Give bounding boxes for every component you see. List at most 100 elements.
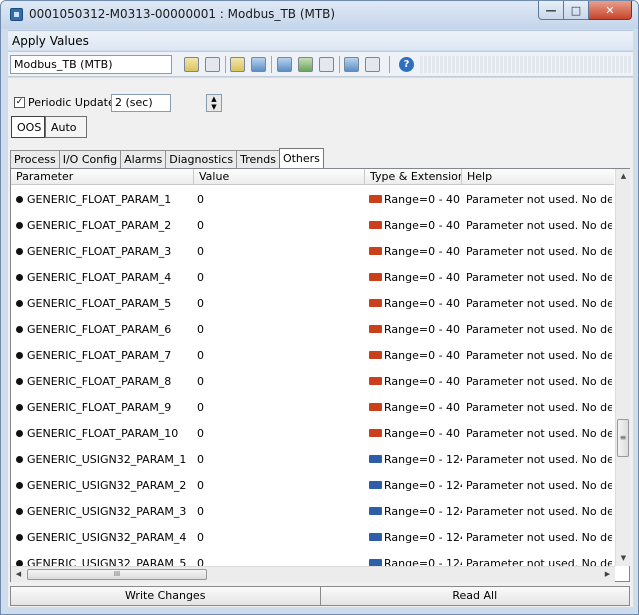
tab-trends[interactable]: Trends (236, 150, 280, 168)
detail-view-icon[interactable] (365, 57, 380, 72)
scroll-left-icon[interactable]: ◀ (11, 567, 26, 582)
type-range: Range=0 - 40 (384, 349, 461, 362)
close-button[interactable]: ✕ (589, 1, 632, 20)
table-row[interactable]: GENERIC_USIGN32_PARAM_1 0 Range=0 - 1240 Pa… (11, 449, 614, 471)
parameter-grid: Parameter Value Type & Extensions Help G… (10, 168, 630, 582)
scroll-down-icon[interactable]: ▼ (616, 551, 631, 566)
value-cell[interactable]: 0 (197, 193, 362, 206)
parameter-status-icon (16, 196, 23, 203)
update-interval-input[interactable]: 2 (sec) (111, 94, 171, 112)
column-header-type[interactable]: Type & Extensions (365, 169, 462, 185)
tab-strip: Process I/O Config Alarms Diagnostics Tr… (10, 148, 324, 169)
horizontal-scroll-thumb[interactable]: III (27, 569, 207, 580)
value-cell[interactable]: 0 (197, 453, 362, 466)
parameter-name: GENERIC_FLOAT_PARAM_3 (27, 245, 172, 258)
scroll-right-icon[interactable]: ▶ (600, 567, 615, 582)
tab-io-config[interactable]: I/O Config (58, 150, 122, 168)
type-cell: Range=0 - 40 (369, 271, 462, 284)
table-row[interactable]: GENERIC_FLOAT_PARAM_7 0 Range=0 - 40 Parame… (11, 345, 614, 367)
toolbar-separator (271, 56, 272, 73)
tab-diagnostics[interactable]: Diagnostics (165, 150, 238, 168)
parameter-status-icon (16, 456, 23, 463)
vertical-scroll-thumb[interactable]: ≡ (617, 419, 629, 457)
table-row[interactable]: GENERIC_USIGN32_PARAM_2 0 Range=0 - 1240 Pa… (11, 475, 614, 497)
table-row[interactable]: GENERIC_FLOAT_PARAM_2 0 Range=0 - 40 Parame… (11, 215, 614, 237)
mode-auto-button[interactable]: Auto (45, 116, 87, 138)
value-cell[interactable]: 0 (197, 505, 362, 518)
parameter-name: GENERIC_FLOAT_PARAM_8 (27, 375, 172, 388)
table-row[interactable]: GENERIC_FLOAT_PARAM_3 0 Range=0 - 40 Parame… (11, 241, 614, 263)
table-row[interactable]: GENERIC_USIGN32_PARAM_3 0 Range=0 - 1240 Pa… (11, 501, 614, 523)
float-type-icon (369, 325, 382, 333)
type-cell: Range=0 - 40 (369, 219, 462, 232)
table-row[interactable]: GENERIC_FLOAT_PARAM_8 0 Range=0 - 40 Parame… (11, 371, 614, 393)
tab-process[interactable]: Process (10, 150, 60, 168)
vertical-scrollbar[interactable]: ▲ ≡ ▼ (615, 169, 630, 566)
periodic-updates-label: Periodic Updates (28, 96, 121, 109)
value-cell[interactable]: 0 (197, 427, 362, 440)
read-all-button[interactable]: Read All (320, 586, 630, 606)
help-cell: Parameter not used. No device (466, 245, 612, 258)
type-range: Range=0 - 40 (384, 427, 461, 440)
upload-icon[interactable] (298, 57, 313, 72)
list-view-icon[interactable] (344, 57, 359, 72)
grid-header: Parameter Value Type & Extensions Help (11, 169, 614, 185)
value-cell[interactable]: 0 (197, 219, 362, 232)
table-row[interactable]: GENERIC_FLOAT_PARAM_10 0 Range=0 - 40 Param… (11, 423, 614, 445)
toolbar-grip (420, 56, 632, 73)
table-row[interactable]: GENERIC_FLOAT_PARAM_5 0 Range=0 - 40 Parame… (11, 293, 614, 315)
value-cell[interactable]: 0 (197, 479, 362, 492)
float-type-icon (369, 377, 382, 385)
interval-spinner[interactable]: ▲ ▼ (206, 94, 222, 112)
value-cell[interactable]: 0 (197, 271, 362, 284)
minimize-button[interactable]: — (538, 1, 564, 20)
column-header-parameter[interactable]: Parameter (11, 169, 194, 185)
value-cell[interactable]: 0 (197, 323, 362, 336)
minimize-icon: — (545, 3, 557, 17)
value-cell[interactable]: 0 (197, 401, 362, 414)
column-header-help[interactable]: Help (462, 169, 614, 185)
tab-alarms[interactable]: Alarms (120, 150, 167, 168)
parameter-status-icon (16, 534, 23, 541)
checkmark-icon: ✓ (15, 97, 24, 107)
type-cell: Range=0 - 1240 (369, 453, 462, 466)
value-cell[interactable]: 0 (197, 297, 362, 310)
transfer-icon[interactable] (319, 57, 334, 72)
column-header-value[interactable]: Value (194, 169, 365, 185)
help-icon[interactable]: ? (399, 57, 414, 72)
periodic-updates-checkbox[interactable]: ✓ (14, 97, 25, 108)
parameter-cell: GENERIC_USIGN32_PARAM_3 (16, 505, 194, 518)
table-row[interactable]: GENERIC_FLOAT_PARAM_4 0 Range=0 - 40 Parame… (11, 267, 614, 289)
write-changes-button[interactable]: Write Changes (10, 586, 321, 606)
compare-icon[interactable] (205, 57, 220, 72)
spin-up-icon[interactable]: ▲ (207, 95, 221, 103)
download-icon[interactable] (277, 57, 292, 72)
value-cell[interactable]: 0 (197, 375, 362, 388)
parameter-cell: GENERIC_USIGN32_PARAM_4 (16, 531, 194, 544)
value-cell[interactable]: 0 (197, 349, 362, 362)
edit-icon[interactable] (184, 57, 199, 72)
title-bar[interactable]: 0001050312-M0313-00000001 : Modbus_TB (M… (1, 1, 638, 29)
table-row[interactable]: GENERIC_FLOAT_PARAM_6 0 Range=0 - 40 Parame… (11, 319, 614, 341)
value-cell[interactable]: 0 (197, 245, 362, 258)
scroll-up-icon[interactable]: ▲ (616, 169, 631, 184)
value-cell[interactable]: 0 (197, 531, 362, 544)
config-icon[interactable] (230, 57, 245, 72)
menu-apply-values[interactable]: Apply Values (12, 34, 89, 48)
parameter-cell: GENERIC_USIGN32_PARAM_1 (16, 453, 194, 466)
parameter-status-icon (16, 222, 23, 229)
trend-icon[interactable] (251, 57, 266, 72)
maximize-button[interactable]: □ (564, 1, 589, 20)
type-cell: Range=0 - 40 (369, 193, 462, 206)
table-row[interactable]: GENERIC_FLOAT_PARAM_9 0 Range=0 - 40 Parame… (11, 397, 614, 419)
horizontal-scrollbar[interactable]: ◀ III ▶ (11, 566, 615, 582)
tab-others[interactable]: Others (278, 148, 324, 169)
table-row[interactable]: GENERIC_USIGN32_PARAM_4 0 Range=0 - 1240 Pa… (11, 527, 614, 549)
mode-oos-button[interactable]: OOS (11, 116, 45, 138)
help-cell: Parameter not used. No device (466, 401, 612, 414)
parameter-status-icon (16, 274, 23, 281)
spin-down-icon[interactable]: ▼ (207, 103, 221, 111)
client-area: ✓ Periodic Updates 2 (sec) ▲ ▼ OOS Auto … (8, 78, 633, 607)
table-row[interactable]: GENERIC_FLOAT_PARAM_1 0 Range=0 - 40 Parame… (11, 189, 614, 211)
block-selector[interactable]: Modbus_TB (MTB) (10, 55, 172, 74)
